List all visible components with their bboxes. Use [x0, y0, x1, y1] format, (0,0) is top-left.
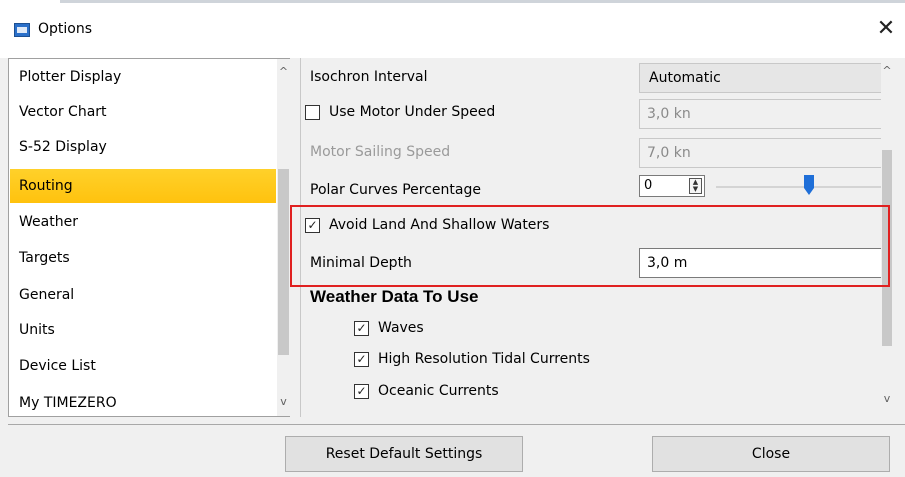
sidebar-item-device-list[interactable]: Device List: [10, 349, 276, 383]
sidebar-item-routing[interactable]: Routing: [10, 169, 276, 203]
options-app-icon: [14, 23, 30, 37]
sidebar-item-general[interactable]: General: [10, 278, 276, 312]
sidebar-item-my-timezero[interactable]: My TIMEZERO: [10, 386, 276, 420]
close-button[interactable]: Close: [652, 436, 890, 472]
polar-curves-value: 0: [644, 178, 653, 193]
polar-curves-slider-thumb[interactable]: [804, 175, 814, 195]
sidebar-scrollbar[interactable]: ^ v: [277, 59, 290, 416]
sidebar-item-s52-display[interactable]: S-52 Display: [10, 130, 276, 164]
polar-curves-percentage-stepper[interactable]: 0 ▲ ▼: [639, 175, 705, 197]
waves-label: Waves: [378, 320, 424, 336]
tidal-currents-checkbox[interactable]: ✓: [354, 352, 369, 367]
use-motor-under-speed-checkbox[interactable]: [305, 105, 320, 120]
motor-under-speed-field[interactable]: 3,0 kn: [639, 99, 882, 129]
scroll-up-icon[interactable]: ^: [881, 64, 893, 77]
polar-curves-slider-track[interactable]: [716, 186, 891, 188]
sidebar-item-weather[interactable]: Weather: [10, 205, 276, 239]
footer-divider: [8, 424, 905, 425]
title-bar: Options ✕: [0, 0, 905, 58]
scroll-up-icon[interactable]: ^: [277, 65, 290, 78]
motor-sailing-speed-label: Motor Sailing Speed: [310, 144, 451, 160]
sidebar-item-units[interactable]: Units: [10, 313, 276, 347]
options-dialog: Options ✕ Plotter Display Vector Chart S…: [0, 0, 905, 477]
isochron-interval-label: Isochron Interval: [310, 69, 428, 85]
oceanic-currents-label: Oceanic Currents: [378, 383, 499, 399]
category-list: Plotter Display Vector Chart S-52 Displa…: [8, 58, 290, 417]
waves-checkbox[interactable]: ✓: [354, 321, 369, 336]
sidebar-item-targets[interactable]: Targets: [10, 241, 276, 275]
scroll-down-icon[interactable]: v: [881, 392, 893, 405]
use-motor-under-speed-label: Use Motor Under Speed: [329, 104, 496, 120]
title-bar-strip: [60, 0, 905, 3]
reset-default-settings-button[interactable]: Reset Default Settings: [285, 436, 523, 472]
tidal-currents-label: High Resolution Tidal Currents: [378, 351, 590, 367]
sidebar-item-vector-chart[interactable]: Vector Chart: [10, 95, 276, 129]
sidebar-item-plotter-display[interactable]: Plotter Display: [10, 60, 276, 94]
oceanic-currents-checkbox[interactable]: ✓: [354, 384, 369, 399]
stepper-arrows-icon[interactable]: ▲ ▼: [689, 178, 702, 194]
close-icon[interactable]: ✕: [873, 14, 899, 44]
highlight-annotation-box: [290, 205, 890, 287]
weather-data-section-title: Weather Data To Use: [310, 287, 479, 306]
isochron-interval-select[interactable]: Automatic: [639, 63, 882, 93]
window-title: Options: [38, 21, 93, 37]
scrollbar-thumb[interactable]: [278, 169, 289, 355]
polar-curves-percentage-label: Polar Curves Percentage: [310, 182, 481, 198]
motor-sailing-speed-field[interactable]: 7,0 kn: [639, 138, 882, 168]
scroll-down-icon[interactable]: v: [277, 395, 290, 408]
